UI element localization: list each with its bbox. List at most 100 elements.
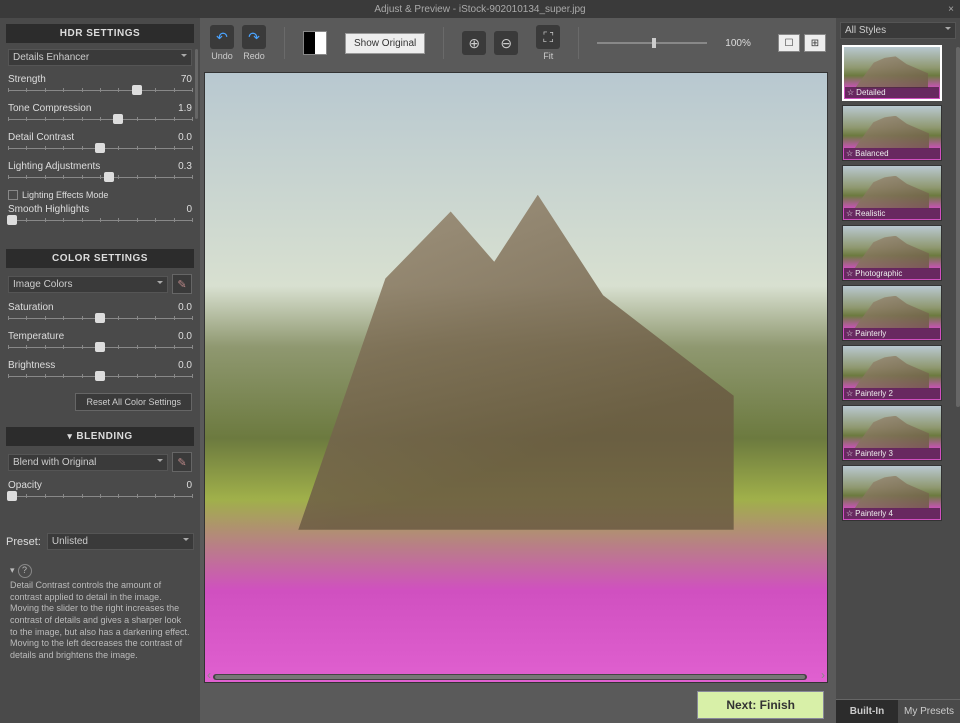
chevron-down-icon[interactable]: ▾ <box>10 565 15 577</box>
lighting-effects-label: Lighting Effects Mode <box>22 190 108 200</box>
star-icon[interactable]: ☆ <box>846 389 853 398</box>
style-label-text: Painterly 3 <box>855 449 893 458</box>
star-icon[interactable]: ☆ <box>846 269 853 278</box>
style-label-text: Painterly <box>855 329 886 338</box>
undo-icon: ↶ <box>210 25 234 49</box>
hdr-mode-dropdown[interactable]: Details Enhancer <box>8 49 192 66</box>
style-item[interactable]: ☆Painterly 4 <box>842 465 954 521</box>
divider <box>443 27 444 59</box>
show-original-button[interactable]: Show Original <box>345 33 425 54</box>
toolbar: ↶ Undo ↷ Redo Show Original ⊕ ⊖ ⛶ Fit <box>200 18 836 68</box>
hdr-scrollbar[interactable] <box>195 49 198 119</box>
style-thumbnail[interactable]: ☆Photographic <box>842 225 942 281</box>
single-view-toggle[interactable]: ☐ <box>778 34 800 52</box>
style-thumbnail[interactable]: ☆Painterly 3 <box>842 405 942 461</box>
preset-row: Preset: Unlisted <box>6 533 194 550</box>
star-icon[interactable]: ☆ <box>846 449 853 458</box>
bw-swatch[interactable] <box>303 31 327 55</box>
star-icon[interactable]: ☆ <box>846 209 853 218</box>
preset-label: Preset: <box>6 536 41 548</box>
color-picker-icon[interactable]: ✎ <box>172 274 192 294</box>
blending-header[interactable]: ▾BLENDING <box>6 427 194 446</box>
zoom-in-button[interactable]: ⊕ <box>462 31 486 55</box>
slider-thumb[interactable] <box>95 371 105 381</box>
style-thumbnail[interactable]: ☆Balanced <box>842 105 942 161</box>
tab-built-in[interactable]: Built-In <box>836 700 898 723</box>
opacity-slider[interactable]: Opacity0 <box>8 480 192 503</box>
style-item[interactable]: ☆Painterly <box>842 285 954 341</box>
preview-content <box>298 195 733 530</box>
fit-icon: ⛶ <box>536 25 560 49</box>
hdr-slider-1[interactable]: Tone Compression1.9 <box>8 103 192 126</box>
hdr-section: HDR SETTINGS Details Enhancer Strength70… <box>6 24 194 239</box>
redo-icon: ↷ <box>242 25 266 49</box>
image-preview[interactable]: ‹ › <box>204 72 828 683</box>
star-icon[interactable]: ☆ <box>846 509 853 518</box>
fit-button[interactable]: ⛶ Fit <box>536 25 560 61</box>
slider-thumb[interactable] <box>95 143 105 153</box>
style-label-text: Balanced <box>855 149 888 158</box>
slider-thumb[interactable] <box>7 215 17 225</box>
star-icon[interactable]: ☆ <box>846 149 853 158</box>
style-item[interactable]: ☆Photographic <box>842 225 954 281</box>
hdr-slider-3[interactable]: Lighting Adjustments0.3 <box>8 161 192 184</box>
style-label-text: Detailed <box>856 88 885 97</box>
styles-scrollbar[interactable] <box>956 47 960 407</box>
color-header[interactable]: COLOR SETTINGS <box>6 249 194 268</box>
center-panel: ↶ Undo ↷ Redo Show Original ⊕ ⊖ ⛶ Fit <box>200 18 836 723</box>
blending-section: ▾BLENDING Blend with Original ✎ Opacity0 <box>6 427 194 515</box>
help-icon[interactable]: ? <box>18 564 32 578</box>
redo-button[interactable]: ↷ Redo <box>242 25 266 61</box>
style-thumbnail[interactable]: ☆Painterly <box>842 285 942 341</box>
style-thumbnail[interactable]: ☆Painterly 2 <box>842 345 942 401</box>
help-area: ▾ ? Detail Contrast controls the amount … <box>6 560 194 666</box>
zoom-value: 100% <box>725 38 751 49</box>
style-item[interactable]: ☆Balanced <box>842 105 954 161</box>
tab-my-presets[interactable]: My Presets <box>898 700 960 723</box>
slider-thumb[interactable] <box>113 114 123 124</box>
zoom-out-button[interactable]: ⊖ <box>494 31 518 55</box>
blend-picker-icon[interactable]: ✎ <box>172 452 192 472</box>
slider-thumb[interactable] <box>7 491 17 501</box>
style-item[interactable]: ☆Painterly 2 <box>842 345 954 401</box>
hdr-smooth-slider[interactable]: Smooth Highlights0 <box>8 204 192 227</box>
slider-thumb[interactable] <box>132 85 142 95</box>
horizontal-scrollbar[interactable] <box>213 674 807 680</box>
grid-view-toggle[interactable]: ⊞ <box>804 34 826 52</box>
hdr-slider-2[interactable]: Detail Contrast0.0 <box>8 132 192 155</box>
color-mode-dropdown[interactable]: Image Colors <box>8 276 168 293</box>
color-slider-1[interactable]: Temperature0.0 <box>8 331 192 354</box>
lighting-effects-checkbox[interactable]: Lighting Effects Mode <box>8 190 192 200</box>
preset-dropdown[interactable]: Unlisted <box>47 533 194 550</box>
slider-thumb[interactable] <box>95 313 105 323</box>
scroll-right-icon[interactable]: › <box>821 668 825 682</box>
color-slider-0[interactable]: Saturation0.0 <box>8 302 192 325</box>
window-title: Adjust & Preview - iStock-902010134_supe… <box>374 4 585 15</box>
blend-mode-dropdown[interactable]: Blend with Original <box>8 454 168 471</box>
styles-panel: All Styles ☆Detailed☆Balanced☆Realistic☆… <box>836 18 960 723</box>
style-thumbnail[interactable]: ☆Painterly 4 <box>842 465 942 521</box>
star-icon[interactable]: ☆ <box>846 329 853 338</box>
reset-color-button[interactable]: Reset All Color Settings <box>75 393 192 411</box>
undo-button[interactable]: ↶ Undo <box>210 25 234 61</box>
color-slider-2[interactable]: Brightness0.0 <box>8 360 192 383</box>
zoom-slider[interactable] <box>597 42 707 44</box>
style-item[interactable]: ☆Detailed <box>842 45 954 101</box>
left-panel: HDR SETTINGS Details Enhancer Strength70… <box>0 18 200 723</box>
slider-thumb[interactable] <box>95 342 105 352</box>
styles-list[interactable]: ☆Detailed☆Balanced☆Realistic☆Photographi… <box>836 43 960 699</box>
style-label-text: Realistic <box>855 209 885 218</box>
hdr-slider-0[interactable]: Strength70 <box>8 74 192 97</box>
style-thumbnail[interactable]: ☆Detailed <box>842 45 942 101</box>
slider-thumb[interactable] <box>104 172 114 182</box>
style-item[interactable]: ☆Painterly 3 <box>842 405 954 461</box>
style-thumbnail[interactable]: ☆Realistic <box>842 165 942 221</box>
close-icon[interactable]: × <box>948 4 954 15</box>
color-section: COLOR SETTINGS Image Colors ✎ Saturation… <box>6 249 194 417</box>
next-finish-button[interactable]: Next: Finish <box>697 691 824 719</box>
star-icon[interactable]: ☆ <box>847 88 854 97</box>
styles-filter-dropdown[interactable]: All Styles <box>840 22 956 39</box>
hdr-header[interactable]: HDR SETTINGS <box>6 24 194 43</box>
style-item[interactable]: ☆Realistic <box>842 165 954 221</box>
scroll-left-icon[interactable]: ‹ <box>207 668 211 682</box>
